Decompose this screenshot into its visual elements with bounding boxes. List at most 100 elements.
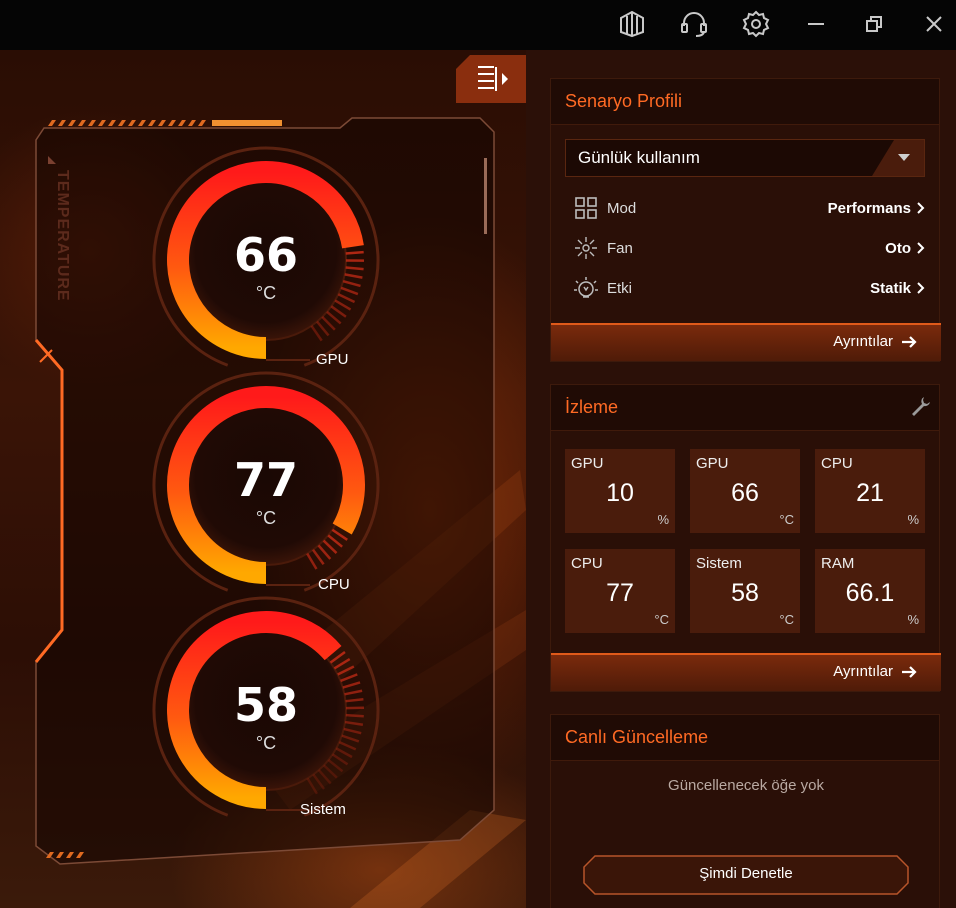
monitor-tile[interactable]: CPU 77 °C <box>565 549 675 633</box>
mode-value: Performans <box>827 199 911 217</box>
monitoring-card: İzleme GPU 10 % GPU 66 °C CPU 21 % CPU 7… <box>550 384 941 692</box>
fan-icon <box>571 233 601 263</box>
gauge-gpu-tick <box>326 310 342 325</box>
arrow-right-icon <box>902 335 917 348</box>
gauge-gpu-tick <box>340 286 359 296</box>
gauge-cpu-tick <box>331 528 348 541</box>
gauge-system-tick <box>322 764 338 779</box>
effect-row[interactable]: Etki Statik <box>571 273 925 303</box>
monitoring-footer: Ayrıntılar <box>551 653 941 691</box>
monitor-tile[interactable]: RAM 66.1 % <box>815 549 925 633</box>
chevron-right-icon <box>917 242 925 254</box>
gauge-gpu-tick <box>334 299 352 311</box>
effect-value: Statik <box>870 279 911 297</box>
tile-value: 10 <box>606 479 634 507</box>
arrow-right-icon <box>902 665 917 678</box>
tile-unit: °C <box>654 612 669 627</box>
profile-select[interactable]: Günlük kullanım <box>565 139 925 177</box>
gauge-gpu-tick <box>345 266 364 271</box>
tile-unit: °C <box>779 612 794 627</box>
gauge-cpu-value: 77 <box>233 453 298 507</box>
gauge-cpu-tick <box>327 534 343 548</box>
gauge-gpu-tick <box>337 293 356 304</box>
gauge-system-tick <box>342 681 361 689</box>
gauge-system-tick <box>338 740 357 751</box>
check-now-label: Şimdi Denetle <box>699 865 793 882</box>
fan-row[interactable]: Fan Oto <box>571 233 925 263</box>
gauge-cpu-unit: °C <box>255 508 277 528</box>
gauge-cpu-tick <box>317 544 332 560</box>
scenario-profile-title: Senaryo Profili <box>551 79 939 125</box>
monitoring-header: İzleme <box>551 385 939 431</box>
title-bar <box>0 0 956 50</box>
gauge-system-label: Sistem <box>300 801 346 818</box>
mode-label: Mod <box>607 199 637 217</box>
gauge-system-unit: °C <box>255 733 277 753</box>
monitor-tile[interactable]: GPU 10 % <box>565 449 675 533</box>
live-update-card: Canlı Güncelleme Güncellenecek öğe yok Ş… <box>550 714 940 908</box>
gauge-system-tick <box>344 720 364 727</box>
close-icon[interactable] <box>912 4 956 44</box>
minimize-icon[interactable] <box>794 4 838 44</box>
gauge-gpu-unit: °C <box>255 283 277 303</box>
gauge-gpu-tick <box>345 250 364 255</box>
scenario-profile-card: Senaryo Profili Günlük kullanım Mod Perf… <box>550 78 941 362</box>
monitoring-title: İzleme <box>565 397 619 417</box>
tile-value: 66 <box>731 479 759 507</box>
gauge-gpu-value: 66 <box>233 228 298 282</box>
gauge-system-tick <box>312 773 326 790</box>
gauge-system-tick <box>340 673 358 683</box>
gauge-gpu-tick <box>342 279 361 288</box>
monitoring-details-link[interactable]: Ayrıntılar <box>833 663 917 680</box>
tile-value: 77 <box>606 579 634 607</box>
chevron-right-icon <box>917 202 925 214</box>
temperature-panel: TEMPERATURE 66 °C GPU 77 °C CPU 58 °C Si… <box>0 50 526 908</box>
restore-icon[interactable] <box>852 4 896 44</box>
gauge-system-tick <box>345 697 364 703</box>
empty-update-message: Güncellenecek öğe yok <box>668 777 824 794</box>
monitor-tile[interactable]: GPU 66 °C <box>690 449 800 533</box>
settings-gear-icon[interactable] <box>734 4 778 44</box>
gauge-cpu-tick <box>306 552 318 570</box>
tile-value: 66.1 <box>845 579 895 607</box>
monitor-tile[interactable]: CPU 21 % <box>815 449 925 533</box>
gauge-system-tick <box>317 769 332 785</box>
fan-value: Oto <box>885 239 911 257</box>
gauge-system-tick <box>335 747 353 759</box>
gauge-cpu-tick <box>312 548 325 566</box>
gauge-system-tick <box>306 777 319 795</box>
effect-label: Etki <box>607 279 633 297</box>
gauge-gpu-label: GPU <box>316 351 349 368</box>
tile-unit: % <box>907 512 919 527</box>
effect-bulb-icon <box>571 273 601 303</box>
chevron-down-icon <box>872 140 924 176</box>
gauge-gpu-tick <box>316 320 330 337</box>
tile-unit: °C <box>779 512 794 527</box>
gauge-system-tick <box>329 650 346 664</box>
monitoring-details-label: Ayrıntılar <box>833 663 893 680</box>
logo-icon[interactable] <box>610 4 654 44</box>
check-now-button[interactable]: Şimdi Denetle <box>583 855 909 895</box>
gauge-system-value: 58 <box>233 678 298 732</box>
mode-row[interactable]: Mod Performans <box>571 193 925 223</box>
gauge-system-tick <box>331 753 349 766</box>
headset-icon[interactable] <box>672 4 716 44</box>
fan-label: Fan <box>607 239 633 257</box>
wrench-icon[interactable] <box>909 395 931 417</box>
tile-name: CPU <box>821 455 853 472</box>
chevron-right-icon <box>917 282 925 294</box>
tile-name: RAM <box>821 555 855 572</box>
gauge-gpu-tick <box>330 305 347 318</box>
gauge-system-tick <box>345 713 364 718</box>
monitor-tile[interactable]: Sistem 58 °C <box>690 549 800 633</box>
scenario-footer: Ayrıntılar <box>551 323 941 361</box>
scenario-details-link[interactable]: Ayrıntılar <box>833 333 917 350</box>
grid-mode-icon <box>571 193 601 223</box>
tile-value: 21 <box>856 479 884 507</box>
tile-name: CPU <box>571 555 603 572</box>
gauge-system-tick <box>344 689 363 696</box>
gauge-system-tick <box>341 734 360 743</box>
tile-value: 58 <box>731 579 759 607</box>
tile-name: Sistem <box>696 555 742 572</box>
tile-unit: % <box>907 612 919 627</box>
